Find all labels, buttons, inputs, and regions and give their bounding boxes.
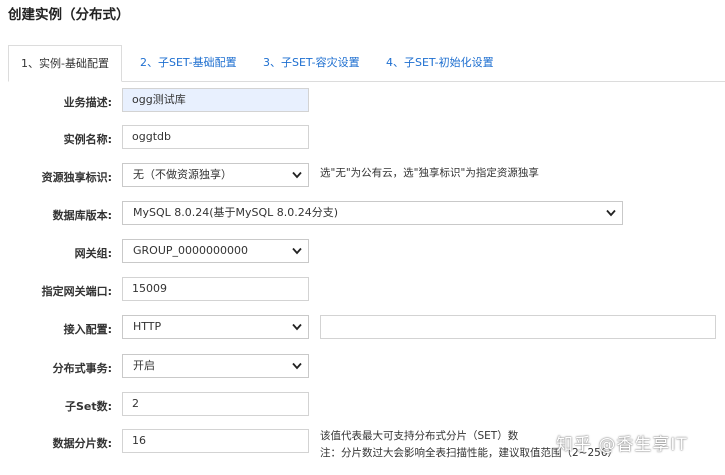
db-version-select[interactable]: MySQL 8.0.24(基于MySQL 8.0.24分支) [122,201,623,225]
resource-exclusive-select[interactable]: 无（不做资源独享） [122,163,309,187]
page-title: 创建实例（分布式） [8,7,130,23]
db-version-value: MySQL 8.0.24(基于MySQL 8.0.24分支) [133,206,339,219]
distributed-tx-select[interactable]: 开启 [122,354,309,378]
gateway-group-select[interactable]: GROUP_0000000000 [122,239,309,263]
shard-count-hint-1: 该值代表最大可支持分布式分片（SET）数 [320,430,519,442]
chevron-down-icon [292,247,302,255]
access-config-select[interactable]: HTTP [122,315,309,339]
chevron-down-icon [292,323,302,331]
resource-exclusive-value: 无（不做资源独享） [133,168,232,181]
distributed-tx-label: 分布式事务: [52,362,112,375]
gateway-group-label: 网关组: [74,247,112,260]
gateway-port-label: 指定网关端口: [41,285,112,298]
tab-bar: 1、实例-基础配置 2、子SET-基础配置 3、子SET-容灾设置 4、子SET… [8,45,725,82]
subset-count-label: 子Set数: [64,400,112,413]
tab-subset-init[interactable]: 4、子SET-初始化设置 [386,45,494,81]
tab-subset-basic[interactable]: 2、子SET-基础配置 [140,45,237,81]
shard-count-input[interactable]: 16 [122,429,309,453]
tab-instance-basic[interactable]: 1、实例-基础配置 [8,45,122,82]
shard-count-label: 数据分片数: [52,437,112,450]
tab-subset-disaster[interactable]: 3、子SET-容灾设置 [263,45,360,81]
watermark: 知乎 @香生享IT [556,435,688,455]
business-desc-label: 业务描述: [63,96,112,109]
resource-exclusive-label: 资源独享标识: [41,171,112,184]
subset-count-input[interactable]: 2 [122,392,309,416]
chevron-down-icon [606,209,616,217]
gateway-port-input[interactable]: 15009 [122,277,309,301]
chevron-down-icon [292,362,302,370]
db-version-label: 数据库版本: [52,209,112,222]
access-config-value: HTTP [133,320,162,333]
business-desc-input[interactable]: ogg测试库 [122,88,309,112]
instance-name-input[interactable]: oggtdb [122,125,309,149]
access-config-label: 接入配置: [63,323,112,336]
chevron-down-icon [292,171,302,179]
access-config-extra-input[interactable] [320,315,716,339]
distributed-tx-value: 开启 [133,359,155,372]
gateway-group-value: GROUP_0000000000 [133,244,248,257]
resource-exclusive-hint: 选"无"为公有云，选"独享标识"为指定资源独享 [320,167,539,179]
instance-name-label: 实例名称: [63,133,112,146]
